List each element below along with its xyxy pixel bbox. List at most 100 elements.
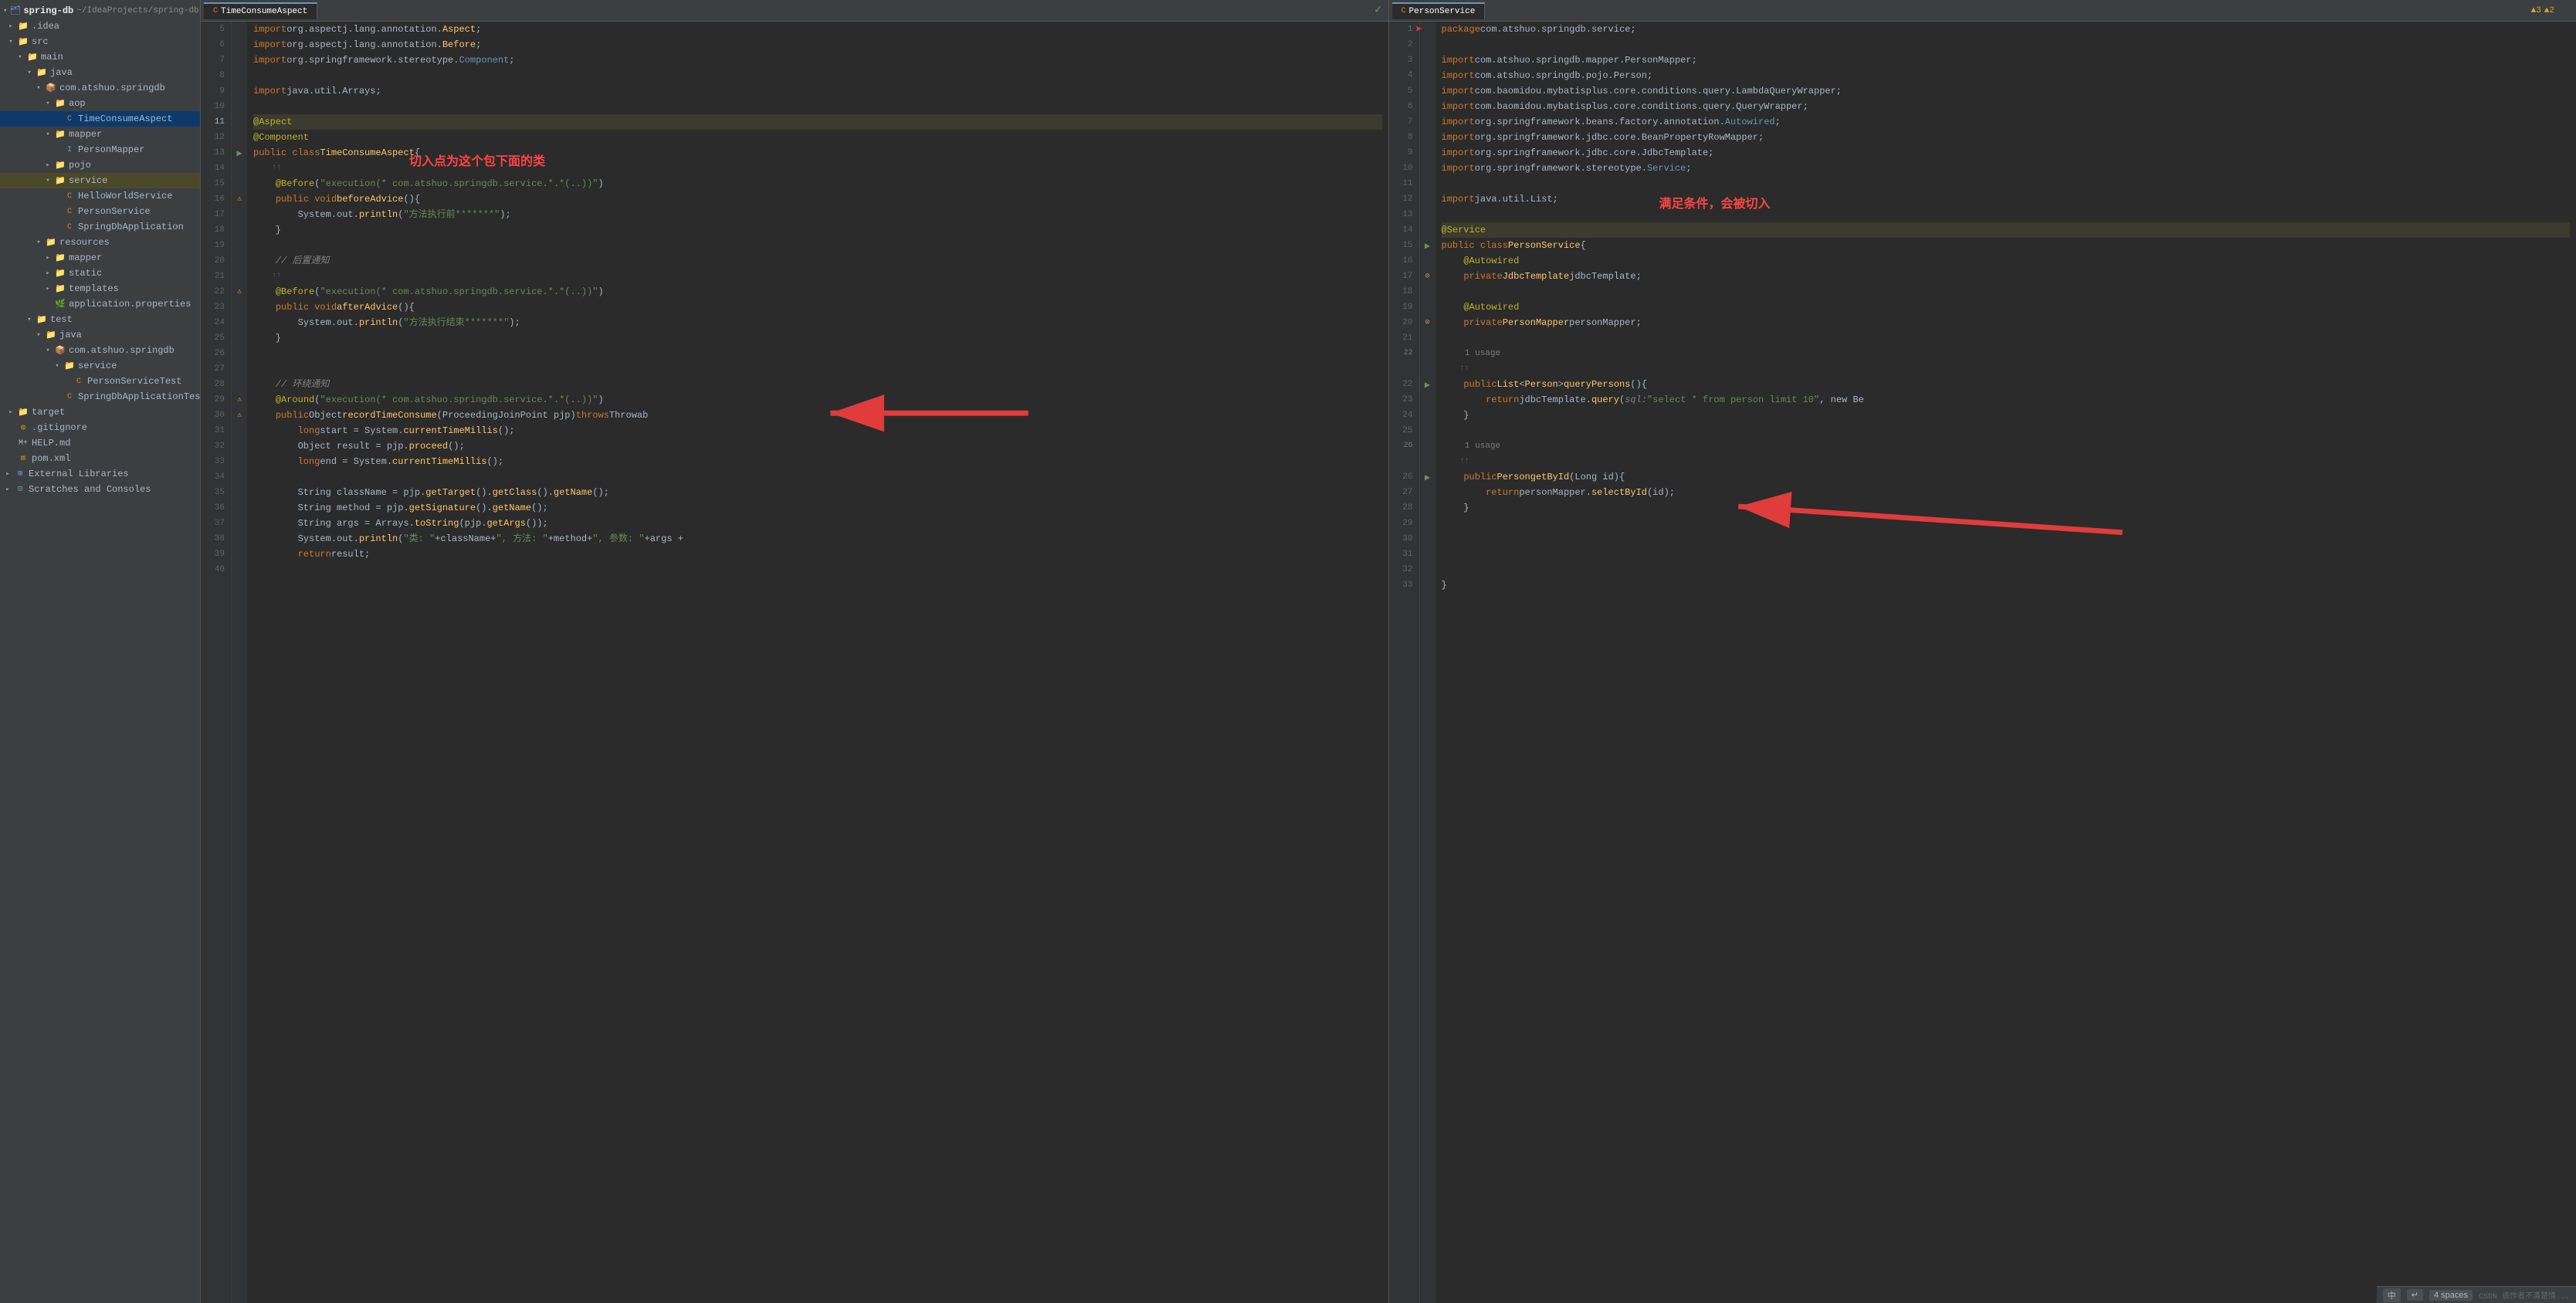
right-code-area[interactable]: package com.atshuo.springdb.service; imp… — [1435, 22, 2576, 1303]
code-line: private PersonMapper personMapper; — [1442, 315, 2571, 330]
right-tab-bar: C PersonService ▲3 ▲2 — [1389, 0, 2576, 22]
tpkg-arrow — [43, 346, 53, 355]
code-line: import org.springframework.jdbc.core.Jdb… — [1442, 145, 2571, 161]
project-title[interactable]: 🗂 spring-db ~/IdeaProjects/spring-db — [0, 3, 200, 19]
code-line — [1442, 547, 2571, 562]
code-line: } — [253, 222, 1382, 238]
warning-badges: ▲3 ▲2 — [2531, 6, 2554, 15]
pkg-arrow — [34, 83, 43, 93]
sidebar-item-package[interactable]: 📦 com.atshuo.springdb — [0, 80, 200, 96]
target-icon: 📁 — [17, 406, 29, 418]
sidebar-item-java[interactable]: 📁 java — [0, 65, 200, 80]
project-icon: 🗂 — [8, 5, 21, 17]
sidebar-item-target[interactable]: 📁 target — [0, 404, 200, 420]
sidebar-item-appprops[interactable]: 🌿 application.properties — [0, 296, 200, 312]
warning-count: ▲3 — [2531, 6, 2541, 15]
sidebar-item-ext-libs[interactable]: ⊞ External Libraries — [0, 466, 200, 482]
code-line: ↑↑ — [253, 269, 1382, 284]
sidebar-item-personservice[interactable]: C PersonService — [0, 204, 200, 219]
left-tab-timeconsumeaspect[interactable]: C TimeConsumeAspect — [204, 2, 317, 19]
sidebar-item-pom[interactable]: m pom.xml — [0, 451, 200, 466]
code-line: return result; — [253, 547, 1382, 562]
sidebar-item-test-pkg[interactable]: 📦 com.atshuo.springdb — [0, 343, 200, 358]
left-editor-body[interactable]: 5 6 7 8 9 10 11 12 13 14 15 16 17 18 19 … — [201, 22, 1388, 1303]
sidebar-item-springdbapptests[interactable]: C SpringDbApplicationTests — [0, 389, 200, 404]
code-line: @Aspect — [253, 114, 1382, 130]
right-gutter: ➤ ▶ ⊙ ⊙ — [1420, 22, 1435, 1303]
sidebar-item-main[interactable]: 📁 main — [0, 49, 200, 65]
sidebar-item-pojo[interactable]: 📁 pojo — [0, 157, 200, 173]
usage-indicator: 1 usage — [1442, 346, 2571, 361]
status-encoding[interactable]: 中 — [2383, 1288, 2401, 1302]
tj-icon: 📁 — [45, 329, 57, 341]
left-tab-icon: C — [213, 7, 218, 15]
sidebar-item-service[interactable]: 📁 service — [0, 173, 200, 188]
sidebar-item-res-mapper[interactable]: 📁 mapper — [0, 250, 200, 266]
left-editor: C TimeConsumeAspect ✓ 5 6 7 8 9 10 11 12… — [201, 0, 1389, 1303]
project-name: spring-db — [23, 5, 73, 16]
code-line: System.out.println("方法执行结束*******"); — [253, 315, 1382, 330]
sidebar-item-test[interactable]: 📁 test — [0, 312, 200, 327]
sidebar-item-src[interactable]: 📁 src — [0, 34, 200, 49]
sidebar-item-scratches[interactable]: ⊡ Scratches and Consoles — [0, 482, 200, 497]
sidebar-item-test-service[interactable]: 📁 service — [0, 358, 200, 374]
right-tab-label: PersonService — [1409, 7, 1476, 16]
pom-icon: m — [17, 452, 29, 465]
pojo-arrow — [43, 161, 53, 170]
warning-count2: ▲2 — [2544, 6, 2554, 15]
status-spaces[interactable]: 4 spaces — [2429, 1290, 2473, 1301]
code-line — [1442, 423, 2571, 438]
sidebar-item-templates[interactable]: 📁 templates — [0, 281, 200, 296]
ts-arrow — [53, 361, 62, 371]
sc-arrow — [3, 485, 12, 494]
static-arrow — [43, 269, 53, 278]
aop-arrow — [43, 99, 53, 108]
right-editor-body[interactable]: 1 2 3 4 5 6 7 8 9 10 11 12 13 14 15 16 1… — [1389, 22, 2576, 1303]
static-icon: 📁 — [54, 267, 66, 279]
sidebar-item-personmapper[interactable]: I PersonMapper — [0, 142, 200, 157]
right-tab-personservice[interactable]: C PersonService — [1392, 2, 1486, 19]
code-line: String args = Arrays.toString(pjp.getArg… — [253, 516, 1382, 531]
help-label: HELP.md — [32, 438, 70, 448]
code-line: ↑↑ — [1442, 361, 2571, 377]
project-path: ~/IdeaProjects/spring-db — [76, 6, 198, 15]
code-line — [1442, 562, 2571, 577]
code-line — [1442, 176, 2571, 191]
code-line: System.out.println("类: "+className+", 方法… — [253, 531, 1382, 547]
sidebar-item-test-java[interactable]: 📁 java — [0, 327, 200, 343]
java-label: java — [50, 67, 73, 78]
sidebar-item-personservicetest[interactable]: C PersonServiceTest — [0, 374, 200, 389]
static-label: static — [69, 268, 102, 279]
src-arrow — [6, 37, 15, 46]
test-label: test — [50, 314, 73, 325]
code-line — [253, 68, 1382, 83]
sidebar-item-springdbapp[interactable]: C SpringDbApplication — [0, 219, 200, 235]
sidebar-item-idea[interactable]: 📁 .idea — [0, 19, 200, 34]
left-tab-bar: C TimeConsumeAspect ✓ — [201, 0, 1388, 22]
code-line: @Autowired — [1442, 253, 2571, 269]
sidebar-item-resources[interactable]: 📁 resources — [0, 235, 200, 250]
pst-label: PersonServiceTest — [87, 376, 181, 387]
code-line: @Autowired — [1442, 300, 2571, 315]
code-line: return personMapper.selectById(id); — [1442, 485, 2571, 500]
gi-icon: ⊙ — [17, 421, 29, 434]
left-code-area[interactable]: import org.aspectj.lang.annotation.Aspec… — [247, 22, 1388, 1303]
sidebar-item-timeconsumeaspect[interactable]: C TimeConsumeAspect — [0, 111, 200, 127]
pojo-icon: 📁 — [54, 159, 66, 171]
code-line: import org.aspectj.lang.annotation.Befor… — [253, 37, 1382, 52]
pst-icon: C — [73, 375, 85, 388]
idea-label: .idea — [32, 21, 59, 32]
sidebar-item-gitignore[interactable]: ⊙ .gitignore — [0, 420, 200, 435]
sidebar-item-static[interactable]: 📁 static — [0, 266, 200, 281]
code-line: import java.util.List; — [1442, 191, 2571, 207]
sidebar-item-aop[interactable]: 📁 aop — [0, 96, 200, 111]
sidebar-item-mapper[interactable]: 📁 mapper — [0, 127, 200, 142]
pojo-label: pojo — [69, 160, 91, 171]
code-line: @Component — [253, 130, 1382, 145]
status-lf[interactable]: ↵ — [2407, 1289, 2423, 1301]
sidebar-item-helloworldservice[interactable]: C HelloWorldService — [0, 188, 200, 204]
sidebar-item-help[interactable]: M+ HELP.md — [0, 435, 200, 451]
code-line — [1442, 516, 2571, 531]
code-line: @Before("execution(* com.atshuo.springdb… — [253, 284, 1382, 300]
pm-label: PersonMapper — [78, 144, 144, 155]
